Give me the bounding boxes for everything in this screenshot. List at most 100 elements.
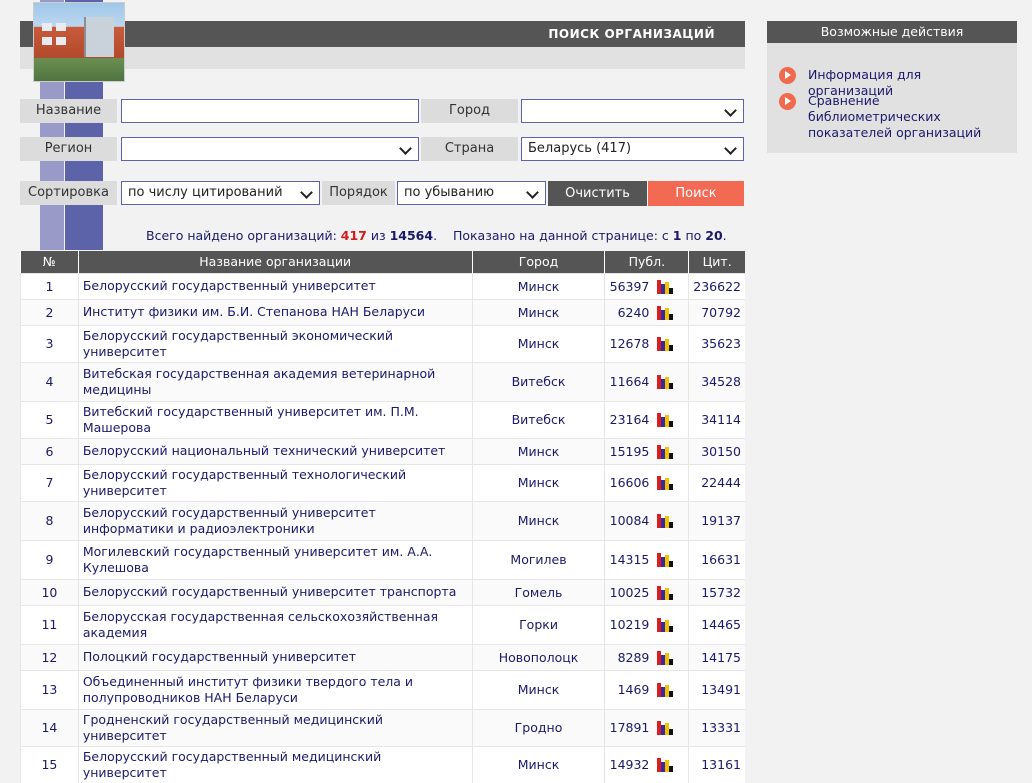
citations-count[interactable]: 236622 (688, 272, 745, 299)
table-row[interactable]: 6 Белорусский национальный технический ун… (20, 437, 745, 464)
citations-count[interactable]: 30150 (688, 437, 745, 464)
region-label: Регион (20, 137, 117, 161)
citations-count[interactable]: 13331 (688, 708, 745, 746)
col-header-name[interactable]: Название организации (77, 251, 473, 273)
publications-count[interactable]: 10084 (609, 513, 650, 528)
publications-count[interactable]: 10219 (609, 617, 650, 632)
chart-icon[interactable] (657, 413, 674, 427)
table-row[interactable]: 4 Витебская государственная академия вете… (20, 361, 745, 401)
org-name-link[interactable]: Могилевский государственный университет … (77, 539, 473, 579)
citations-count[interactable]: 16631 (688, 539, 745, 579)
publications-count[interactable]: 8289 (609, 650, 650, 665)
publications-count[interactable]: 12678 (609, 336, 650, 351)
org-name-link[interactable]: Гродненский государственный медицинский … (77, 708, 473, 746)
clear-button[interactable]: Очистить (548, 181, 647, 206)
search-button[interactable]: Поиск (648, 181, 744, 206)
citations-count[interactable]: 34114 (688, 400, 745, 438)
table-row[interactable]: 1 Белорусский государственный университет… (20, 272, 745, 299)
publications-count[interactable]: 16606 (609, 475, 650, 490)
col-header-publications[interactable]: Публ. (604, 251, 689, 273)
org-name-link[interactable]: Витебская государственная академия ветер… (77, 361, 473, 401)
org-name-link[interactable]: Белорусский государственный университет … (77, 500, 473, 540)
country-label: Страна (421, 137, 518, 161)
table-row[interactable]: 10 Белорусский государственный университе… (20, 578, 745, 605)
publications-count[interactable]: 23164 (609, 412, 650, 427)
org-name-link[interactable]: Институт физики им. Б.И. Степанова НАН Б… (77, 298, 473, 325)
col-header-citations[interactable]: Цит. (688, 251, 745, 273)
table-row[interactable]: 2 Институт физики им. Б.И. Степанова НАН … (20, 298, 745, 325)
publications-count[interactable]: 1469 (609, 682, 650, 697)
org-name-link[interactable]: Витебский государственный университет им… (77, 400, 473, 438)
org-city: Могилев (471, 539, 605, 579)
citations-count[interactable]: 15732 (688, 578, 745, 605)
org-name-link[interactable]: Белорусская государственная сельскохозяй… (77, 604, 473, 644)
publications-cell: 6240 (604, 298, 689, 325)
citations-count[interactable]: 13161 (688, 745, 745, 783)
publications-count[interactable]: 10025 (609, 585, 650, 600)
org-name-link[interactable]: Белорусский национальный технический уни… (77, 437, 473, 464)
citations-count[interactable]: 34528 (688, 361, 745, 401)
citations-count[interactable]: 19137 (688, 500, 745, 540)
sidebar-item-compare[interactable]: Сравнение библиометрических показателей … (779, 93, 1009, 141)
citations-count[interactable]: 70792 (688, 298, 745, 325)
table-row[interactable]: 15 Белорусский государственный медицински… (20, 745, 745, 783)
chart-icon[interactable] (657, 476, 674, 490)
citations-count[interactable]: 14465 (688, 604, 745, 644)
table-row[interactable]: 9 Могилевский государственный университет… (20, 539, 745, 579)
publications-cell: 14315 (604, 539, 689, 579)
col-header-number[interactable]: № (20, 251, 79, 273)
org-name-link[interactable]: Белорусский государственный экономически… (77, 324, 473, 362)
chart-icon[interactable] (657, 444, 674, 459)
citations-count[interactable]: 22444 (688, 463, 745, 501)
country-select[interactable]: Беларусь (417) (521, 137, 744, 161)
publications-count[interactable]: 14932 (609, 757, 650, 772)
chart-icon[interactable] (657, 375, 674, 389)
sidebar-item-label[interactable]: Сравнение библиометрических показателей … (808, 93, 1009, 141)
chart-icon[interactable] (657, 758, 674, 772)
table-header-row: № Название организации Город Публ. Цит. (20, 251, 745, 273)
publications-count[interactable]: 17891 (609, 720, 650, 735)
table-row[interactable]: 13 Объединенный институт физики твердого … (20, 669, 745, 709)
chart-icon[interactable] (657, 683, 674, 697)
chart-icon[interactable] (657, 279, 674, 294)
org-name-link[interactable]: Полоцкий государственный университет (77, 643, 473, 670)
chart-icon[interactable] (657, 514, 674, 528)
chart-icon[interactable] (657, 721, 674, 735)
citations-count[interactable]: 14175 (688, 643, 745, 670)
table-row[interactable]: 3 Белорусский государственный экономическ… (20, 324, 745, 362)
org-name-link[interactable]: Белорусский государственный университет (77, 272, 473, 299)
org-name-link[interactable]: Белорусский государственный технологичес… (77, 463, 473, 501)
table-row[interactable]: 14 Гродненский государственный медицински… (20, 708, 745, 746)
publications-count[interactable]: 11664 (609, 374, 650, 389)
table-row[interactable]: 11 Белорусская государственная сельскохоз… (20, 604, 745, 644)
chart-icon[interactable] (657, 553, 674, 567)
publications-count[interactable]: 6240 (609, 305, 650, 320)
table-row[interactable]: 8 Белорусский государственный университет… (20, 500, 745, 540)
org-name-link[interactable]: Белорусский государственный университет … (77, 578, 473, 605)
title-subbar (20, 47, 745, 69)
org-name-link[interactable]: Объединенный институт физики твердого те… (77, 669, 473, 709)
chart-icon[interactable] (657, 337, 674, 351)
sort-select[interactable]: по числу цитирований (121, 181, 320, 205)
row-number: 5 (20, 400, 79, 438)
chart-icon[interactable] (657, 305, 674, 320)
city-select[interactable] (521, 99, 744, 123)
chart-icon[interactable] (657, 650, 674, 665)
org-city: Минск (471, 437, 605, 464)
publications-count[interactable]: 14315 (609, 552, 650, 567)
org-name-link[interactable]: Белорусский государственный медицинский … (77, 745, 473, 783)
table-row[interactable]: 12 Полоцкий государственный университет Но… (20, 643, 745, 670)
chart-icon[interactable] (657, 618, 674, 632)
col-header-city[interactable]: Город (471, 251, 605, 273)
name-input[interactable] (121, 99, 419, 123)
table-row[interactable]: 7 Белорусский государственный технологиче… (20, 463, 745, 501)
region-select[interactable] (121, 137, 419, 161)
order-select[interactable]: по убыванию (397, 181, 546, 205)
publications-count[interactable]: 56397 (609, 279, 650, 294)
chart-icon[interactable] (657, 585, 674, 600)
table-row[interactable]: 5 Витебский государственный университет и… (20, 400, 745, 438)
publications-count[interactable]: 15195 (609, 444, 650, 459)
citations-count[interactable]: 35623 (688, 324, 745, 362)
publications-cell: 8289 (604, 643, 689, 670)
citations-count[interactable]: 13491 (688, 669, 745, 709)
